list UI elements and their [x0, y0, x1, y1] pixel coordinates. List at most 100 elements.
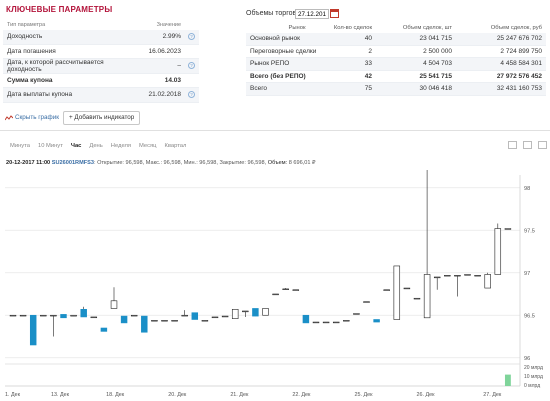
tab-timeframe[interactable]: 10 Минут	[38, 143, 63, 149]
key-param-row: Дата погашения 16.06.2023	[3, 45, 199, 59]
volume-cell-qty: 25 541 715	[419, 72, 452, 80]
price-chart[interactable]: 98 97.5 97 96.5 96 20 млрд 10 млрд 0 млрд 1. Дек…	[0, 170, 550, 401]
candle[interactable]	[363, 301, 370, 303]
tab-timeframe[interactable]: Квартал	[164, 143, 186, 149]
x-tick-label: 26. Дек	[417, 392, 436, 398]
chart-info-date: 20-12-2017 11:00	[6, 160, 51, 166]
tab-timeframe[interactable]: День	[89, 143, 102, 149]
volume-cell-rub: 2 724 899 750	[500, 47, 542, 55]
tab-timeframe[interactable]: Час	[71, 143, 82, 149]
divider	[0, 130, 550, 131]
volume-cell-market: Рынок РЕПО	[250, 60, 290, 68]
hide-chart-link[interactable]: Скрыть график	[5, 114, 59, 121]
candle[interactable]	[70, 314, 77, 317]
y-tick-label: 97.5	[524, 228, 535, 234]
candle[interactable]	[343, 320, 350, 322]
tab-timeframe[interactable]: Минута	[10, 143, 30, 149]
candle[interactable]	[413, 297, 421, 300]
candle[interactable]	[141, 315, 148, 333]
candle[interactable]	[120, 315, 128, 324]
chart-info-ticker: SU26001RMFS3	[51, 160, 95, 166]
volume-cell-market: Переговорные сделки	[250, 47, 317, 55]
candle[interactable]	[181, 314, 188, 317]
candle[interactable]	[201, 320, 209, 322]
help-icon[interactable]: ?	[188, 33, 195, 41]
settings-icon[interactable]	[538, 141, 547, 149]
candle[interactable]	[444, 275, 451, 277]
candle[interactable]	[484, 274, 491, 289]
x-tick-label: 22. Дек	[292, 392, 311, 398]
key-param-name: Дата, к которой рассчитывается доходност…	[7, 58, 104, 73]
candle[interactable]	[60, 314, 67, 319]
key-param-row: Сумма купона 14.03	[3, 74, 199, 88]
x-tick-label: 1. Дек	[5, 392, 21, 398]
candle[interactable]	[191, 312, 199, 320]
candle[interactable]	[403, 287, 411, 290]
chart-info-line: 20-12-2017 11:00 SU26001RMFS3: Открытие:…	[6, 160, 316, 166]
volume-cell-rub: 25 247 676 702	[496, 35, 542, 43]
tab-timeframe[interactable]: Месяц	[139, 143, 156, 149]
key-param-name: Дата погашения	[7, 47, 56, 55]
candle[interactable]	[151, 320, 158, 322]
key-param-value: 14.03	[164, 76, 181, 84]
volume-cell-qty: 4 504 703	[423, 60, 452, 68]
help-icon[interactable]: ?	[188, 62, 195, 70]
candle[interactable]	[90, 316, 98, 319]
candle[interactable]	[383, 289, 390, 291]
volume-cell-qty: 30 046 418	[419, 85, 452, 93]
candle[interactable]	[40, 314, 47, 317]
date-input[interactable]	[295, 9, 329, 19]
candle[interactable]	[29, 314, 37, 346]
volume-tick-label: 10 млрд	[524, 374, 543, 380]
candle[interactable]	[50, 314, 57, 317]
candle[interactable]	[100, 327, 108, 332]
candle[interactable]	[19, 314, 27, 317]
candle[interactable]	[322, 321, 330, 324]
candle[interactable]	[353, 313, 360, 315]
volume-cell-deals: 75	[364, 85, 372, 93]
key-params-header: Тип параметра Значение	[3, 20, 199, 30]
chart-type-icon[interactable]	[508, 141, 517, 149]
candle[interactable]	[433, 276, 441, 279]
candle[interactable]	[312, 321, 320, 324]
col-rub: Объем сделок, руб	[490, 25, 542, 31]
candle[interactable]	[454, 275, 461, 277]
candle[interactable]	[373, 319, 380, 323]
candle[interactable]	[231, 309, 239, 319]
candle[interactable]	[161, 320, 168, 322]
help-icon[interactable]: ?	[188, 91, 195, 99]
candle[interactable]	[474, 275, 481, 277]
candle[interactable]	[282, 288, 289, 291]
candle[interactable]	[272, 293, 279, 296]
candle[interactable]	[110, 300, 118, 309]
add-indicator-button[interactable]: + Добавить индикатор	[63, 111, 141, 125]
volume-cell-deals: 33	[364, 60, 372, 68]
candle[interactable]	[332, 321, 340, 324]
tab-timeframe[interactable]: Неделя	[111, 143, 131, 149]
candle[interactable]	[130, 314, 138, 317]
candle[interactable]	[494, 228, 502, 275]
candle[interactable]	[221, 315, 229, 318]
x-tick-label: 25. Дек	[354, 392, 373, 398]
fullscreen-icon[interactable]	[523, 141, 532, 149]
candle[interactable]	[80, 309, 87, 318]
col-deals: Кол-во сделок	[333, 25, 372, 31]
candle[interactable]	[393, 265, 401, 320]
candle[interactable]	[464, 274, 471, 276]
candle[interactable]	[211, 316, 219, 319]
volume-tick-label: 0 млрд	[524, 383, 540, 389]
chart-info-volume-value: 8 696,01 ₽	[288, 160, 316, 166]
candle[interactable]	[262, 308, 269, 316]
calendar-icon[interactable]	[330, 9, 339, 18]
candle[interactable]	[9, 314, 17, 317]
candle[interactable]	[292, 289, 300, 291]
y-tick-label: 96.5	[524, 313, 535, 319]
candle[interactable]	[171, 320, 178, 322]
candle[interactable]	[423, 274, 431, 319]
volume-cell-market: Всего (без РЕПО)	[250, 72, 306, 80]
candle[interactable]	[504, 228, 512, 230]
candle[interactable]	[302, 314, 310, 324]
y-tick-label: 97	[524, 271, 530, 277]
candle[interactable]	[252, 308, 259, 317]
candle[interactable]	[242, 310, 249, 313]
